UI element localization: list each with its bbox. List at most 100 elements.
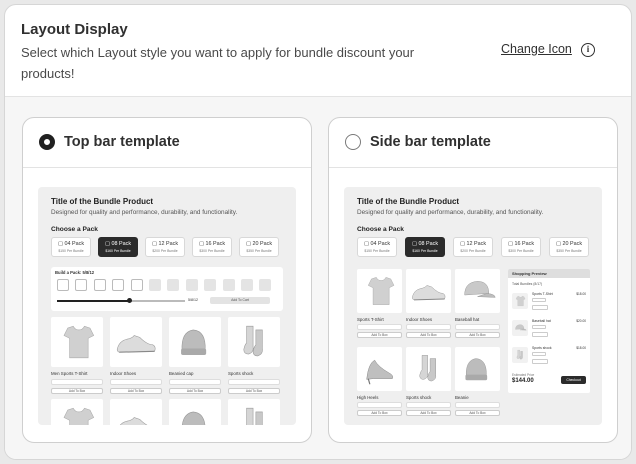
pack-name: ▢ 16 Pack xyxy=(507,241,535,247)
item-variant xyxy=(532,298,546,302)
add-to-box-button: Add To Box xyxy=(406,410,451,416)
tshirt-icon xyxy=(63,325,95,359)
product-name: Sports shock xyxy=(228,371,254,376)
card-header: Layout Display Select which Layout style… xyxy=(5,5,631,97)
pack-name: ▢ 12 Pack xyxy=(151,241,179,247)
pack-price: $160 Per Bundle xyxy=(412,249,438,253)
variant-select xyxy=(51,379,103,385)
tshirt-icon xyxy=(367,277,395,305)
radio-empty-icon[interactable] xyxy=(345,134,361,150)
shoe-icon xyxy=(119,417,148,425)
top-bar-preview: Title of the Bundle Product Designed for … xyxy=(38,187,296,425)
option-header: Side bar template xyxy=(329,118,617,168)
pack-name: ▢ 20 Pack xyxy=(245,241,273,247)
add-to-box-button: Add To Box xyxy=(357,410,402,416)
tshirt-icon xyxy=(515,296,526,306)
option-label: Side bar template xyxy=(370,134,491,150)
shoe-tile xyxy=(406,269,451,313)
tshirt-tile xyxy=(51,399,103,425)
cart-item: Sports shock $18.00 xyxy=(512,343,586,369)
pack-builder: Build a Pack: 5/8/12 5/8/12 Add To Cart xyxy=(51,267,283,311)
item-quantity xyxy=(532,305,548,310)
builder-slot xyxy=(130,279,143,291)
item-quantity xyxy=(532,359,548,364)
side-bar-preview: Title of the Bundle Product Designed for … xyxy=(344,187,602,425)
layout-display-card: Layout Display Select which Layout style… xyxy=(4,4,632,460)
add-to-box-button: Add To Box xyxy=(406,332,451,338)
tshirt-icon xyxy=(63,407,95,425)
pack-option: ▢ 04 Pack $150 Per Bundle xyxy=(51,237,91,257)
add-to-box-button: Add To Box xyxy=(51,388,103,394)
template-options: Top bar template Title of the Bundle Pro… xyxy=(5,97,631,459)
product-name: Sports T-Shirt xyxy=(357,317,384,322)
info-icon[interactable]: i xyxy=(581,43,595,57)
sock-icon xyxy=(516,350,523,360)
variant-select xyxy=(455,402,500,408)
beanie-icon xyxy=(181,411,206,425)
pack-name: ▢ 04 Pack xyxy=(363,241,391,247)
estimated-label: Estimated Price xyxy=(512,373,535,377)
radio-selected-icon[interactable] xyxy=(39,134,55,150)
builder-slot xyxy=(241,279,253,291)
cart-item: Sports T-Shirt $18.00 xyxy=(512,289,586,315)
pack-option: ▢ 20 Pack $350 Per Bundle xyxy=(239,237,279,257)
pack-price: $300 Per Bundle xyxy=(199,249,225,253)
builder-label: Build a Pack: 5/8/12 xyxy=(55,270,95,275)
shoe-tile xyxy=(110,399,162,425)
beanie-icon xyxy=(465,358,488,381)
item-quantity xyxy=(532,332,548,337)
pack-price: $160 Per Bundle xyxy=(105,249,131,253)
add-to-box-button: Add To Box xyxy=(455,410,500,416)
add-to-box-button: Add To Box xyxy=(455,332,500,338)
preview-subtitle: Designed for quality and performance, du… xyxy=(51,209,238,216)
builder-slot xyxy=(57,279,69,291)
beanie-tile xyxy=(455,347,500,391)
shoe-icon xyxy=(411,285,446,301)
variant-select xyxy=(406,324,451,330)
add-to-box-button: Add To Box xyxy=(110,388,162,394)
shoe-icon xyxy=(116,335,156,353)
item-name: Sports shock xyxy=(532,346,552,350)
tshirt-tile xyxy=(51,317,103,367)
pack-option: ▢ 16 Pack $300 Per Bundle xyxy=(501,237,541,257)
section-title: Layout Display xyxy=(21,21,128,38)
item-variant xyxy=(532,325,546,329)
side-bar-template-option[interactable]: Side bar template Title of the Bundle Pr… xyxy=(328,117,618,443)
panel-header: Shopping Preview xyxy=(508,269,590,278)
pack-price: $350 Per Bundle xyxy=(246,249,272,253)
shoe-tile xyxy=(110,317,162,367)
builder-slot xyxy=(167,279,180,291)
choose-pack-label: Choose a Pack xyxy=(357,226,404,233)
section-description: Select which Layout style you want to ap… xyxy=(21,45,415,81)
pack-price: $300 Per Bundle xyxy=(508,249,534,253)
item-price: $20.00 xyxy=(576,319,586,323)
cap-icon xyxy=(515,324,527,331)
pack-name: ▢ 08 Pack xyxy=(104,241,132,247)
sock-icon xyxy=(246,407,263,425)
item-name: Sports T-Shirt xyxy=(532,292,553,296)
item-price: $18.00 xyxy=(576,346,586,350)
pack-price: $150 Per Bundle xyxy=(364,249,390,253)
item-variant xyxy=(532,352,546,356)
preview-subtitle: Designed for quality and performance, du… xyxy=(357,209,544,216)
product-name: Sports shock xyxy=(406,395,432,400)
builder-slot xyxy=(259,279,272,291)
pack-price: $350 Per Bundle xyxy=(556,249,582,253)
add-to-box-button: Add To Box xyxy=(357,332,402,338)
pack-name: ▢ 04 Pack xyxy=(57,241,85,247)
pack-option: ▢ 08 Pack $160 Per Bundle xyxy=(405,237,445,257)
pack-option: ▢ 04 Pack $150 Per Bundle xyxy=(357,237,397,257)
top-bar-template-option[interactable]: Top bar template Title of the Bundle Pro… xyxy=(22,117,312,443)
builder-slot xyxy=(93,279,106,291)
variant-select xyxy=(455,324,500,330)
beanie-tile xyxy=(169,317,221,367)
add-to-box-button: Add To Box xyxy=(169,388,221,394)
change-icon-link[interactable]: Change Icon xyxy=(501,42,572,56)
variant-select xyxy=(169,379,221,385)
shopping-preview-panel: Shopping Preview Total Bundles (8/17) Spor… xyxy=(508,269,590,393)
builder-slot xyxy=(112,279,125,291)
beanie-tile xyxy=(169,399,221,425)
checkout-button: Checkout xyxy=(561,376,586,384)
variant-select xyxy=(357,324,402,330)
variant-select xyxy=(228,379,280,385)
